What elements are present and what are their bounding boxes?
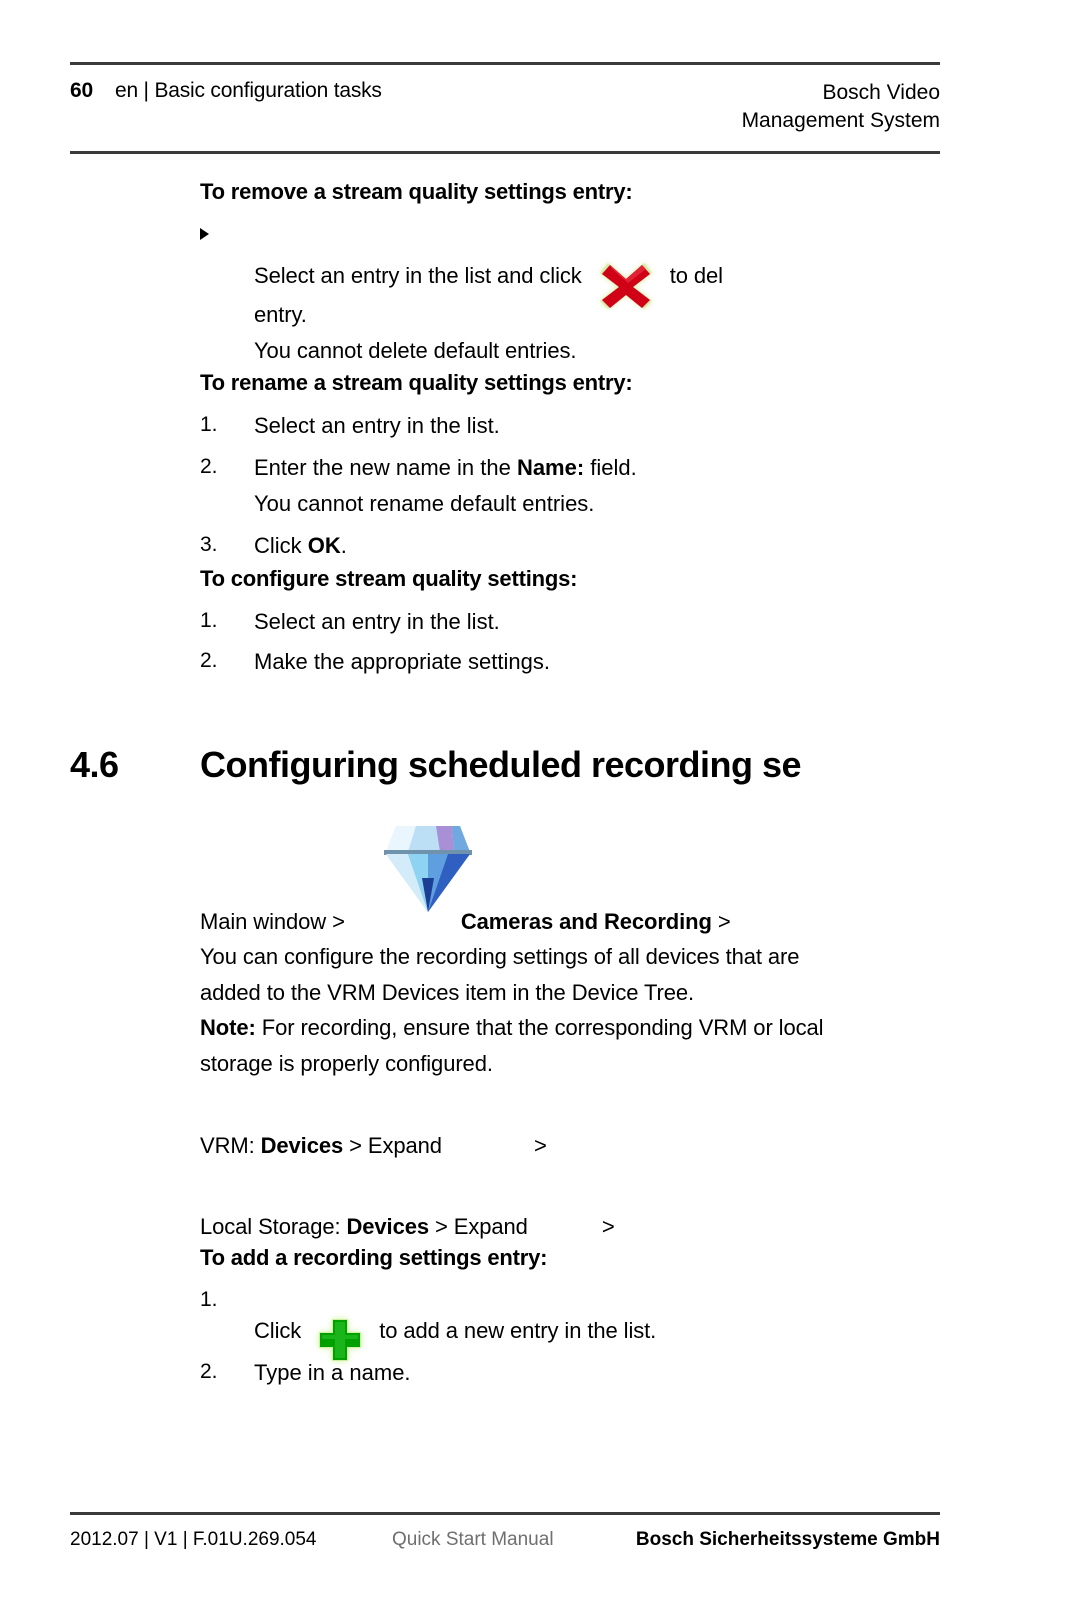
list-item-text-after: field. bbox=[584, 455, 637, 481]
list-item: 2. Enter the new name in the Name: field… bbox=[200, 450, 1080, 521]
product-title: Bosch Video Management System bbox=[742, 79, 940, 135]
section-remove: To remove a stream quality settings entr… bbox=[200, 181, 1080, 368]
local-prefix: Local Storage: bbox=[200, 1214, 347, 1240]
section-configure: To configure stream quality settings: 1.… bbox=[200, 565, 1080, 680]
vrm-path: VRM: Devices > Expand > bbox=[200, 1128, 1080, 1164]
list-item-text-before: Click bbox=[254, 532, 308, 558]
triangle-bullet-icon bbox=[200, 228, 209, 240]
red-x-delete-icon bbox=[594, 257, 658, 313]
page-header: 60 en | Basic configuration tasks Bosch … bbox=[70, 62, 940, 154]
footer-manual-type: Quick Start Manual bbox=[391, 1529, 554, 1550]
vrm-devices: Devices bbox=[260, 1132, 344, 1158]
page-number: 60 bbox=[70, 79, 93, 102]
remove-step-line2: entry. bbox=[254, 302, 307, 327]
paragraph-line-2: added to the VRM Devices item in the Dev… bbox=[200, 979, 694, 1005]
remove-step-line: Select an entry in the list and click to… bbox=[254, 257, 1080, 309]
remove-heading: To remove a stream quality settings entr… bbox=[200, 179, 633, 204]
list-item-number: 1. bbox=[200, 608, 218, 632]
local-devices: Devices bbox=[346, 1214, 430, 1240]
page-footer: 2012.07 | V1 | F.01U.269.054 Quick Start… bbox=[70, 1512, 940, 1551]
page-content: To remove a stream quality settings entr… bbox=[0, 175, 1080, 1391]
list-item-number: 1. bbox=[200, 1287, 218, 1311]
list-item: 1. Select an entry in the list. bbox=[200, 604, 1080, 640]
remove-step-text-after: to del bbox=[669, 262, 723, 288]
list-item-text: Type in a name. bbox=[254, 1360, 411, 1386]
add-step-text-before: Click bbox=[254, 1317, 302, 1343]
list-item: 1. Select an entry in the list. bbox=[200, 408, 1080, 444]
header-bottom-rule bbox=[70, 151, 940, 154]
footer-company: Bosch Sicherheitssysteme GmbH bbox=[635, 1529, 940, 1550]
local-storage-path: Local Storage: Devices > Expand > bbox=[200, 1209, 1080, 1245]
product-title-line2: Management System bbox=[741, 108, 940, 132]
list-item-text-bold: OK bbox=[307, 532, 341, 558]
add-heading: To add a recording settings entry: bbox=[200, 1244, 548, 1270]
list-item-text: Select an entry in the list. bbox=[254, 413, 500, 439]
rename-heading: To rename a stream quality settings entr… bbox=[200, 370, 633, 396]
header-row: 60 en | Basic configuration tasks Bosch … bbox=[70, 65, 940, 151]
configure-heading: To configure stream quality settings: bbox=[200, 565, 578, 591]
section-rename: To rename a stream quality settings entr… bbox=[200, 372, 1080, 563]
list-item-text: Make the appropriate settings. bbox=[254, 648, 550, 674]
header-left: 60 en | Basic configuration tasks bbox=[70, 79, 382, 103]
note-label: Note: bbox=[200, 1015, 256, 1041]
list-item-text: Enter the new name in the Name: field. bbox=[254, 450, 1080, 486]
list-item-number: 2. bbox=[200, 455, 218, 479]
list-item-continuation: You cannot rename default entries. bbox=[254, 490, 595, 516]
section-heading-4-6: 4.6 Configuring scheduled recording se bbox=[0, 744, 1080, 804]
list-item: 2. Make the appropriate settings. bbox=[200, 644, 1080, 680]
list-item-number: 2. bbox=[200, 648, 218, 672]
list-item-text-before: Enter the new name in the bbox=[254, 455, 517, 481]
remove-note: You cannot delete default entries. bbox=[254, 337, 577, 363]
list-item: 2. Type in a name. bbox=[200, 1355, 1080, 1391]
section-title: Configuring scheduled recording se bbox=[200, 743, 802, 785]
list-item-text-bold: Name: bbox=[516, 455, 585, 481]
vrm-prefix: VRM: bbox=[200, 1132, 261, 1158]
document-page: 60 en | Basic configuration tasks Bosch … bbox=[0, 0, 1080, 1619]
footer-row: 2012.07 | V1 | F.01U.269.054 Quick Start… bbox=[70, 1515, 940, 1551]
gem-icon-row bbox=[0, 818, 1080, 914]
list-item-number: 3. bbox=[200, 532, 218, 556]
product-title-line1: Bosch Video bbox=[822, 81, 940, 104]
add-step-text-after: to add a new entry in the list. bbox=[379, 1317, 657, 1343]
list-item-text-after: . bbox=[340, 532, 347, 558]
blue-diamond-icon bbox=[378, 818, 478, 914]
note-text: For recording, ensure that the correspon… bbox=[255, 1015, 824, 1041]
remove-step-text-before: Select an entry in the list and click bbox=[254, 262, 582, 288]
list-item: 3. Click OK. bbox=[200, 528, 1080, 564]
list-item-text: Click OK. bbox=[254, 528, 1080, 564]
list-item-text: Select an entry in the list. bbox=[254, 608, 500, 634]
vrm-mid: > Expand bbox=[343, 1132, 442, 1158]
section-add: To add a recording settings entry: 1. Cl… bbox=[200, 1244, 1080, 1391]
paragraph-line-1: You can configure the recording settings… bbox=[200, 944, 800, 970]
list-item-number: 1. bbox=[200, 413, 218, 437]
vrm-suffix: > bbox=[533, 1132, 547, 1158]
footer-doc-id: 2012.07 | V1 | F.01U.269.054 bbox=[70, 1529, 317, 1550]
note-line-2: storage is properly configured. bbox=[200, 1051, 493, 1076]
bullet-marker-row bbox=[200, 219, 1080, 253]
local-mid: > Expand bbox=[428, 1214, 528, 1240]
breadcrumb: en | Basic configuration tasks bbox=[114, 79, 382, 102]
list-item-number: 2. bbox=[200, 1360, 218, 1384]
section-number: 4.6 bbox=[70, 743, 119, 785]
local-suffix: > bbox=[601, 1214, 615, 1240]
note-line-1: Note: For recording, ensure that the cor… bbox=[200, 1010, 1080, 1046]
